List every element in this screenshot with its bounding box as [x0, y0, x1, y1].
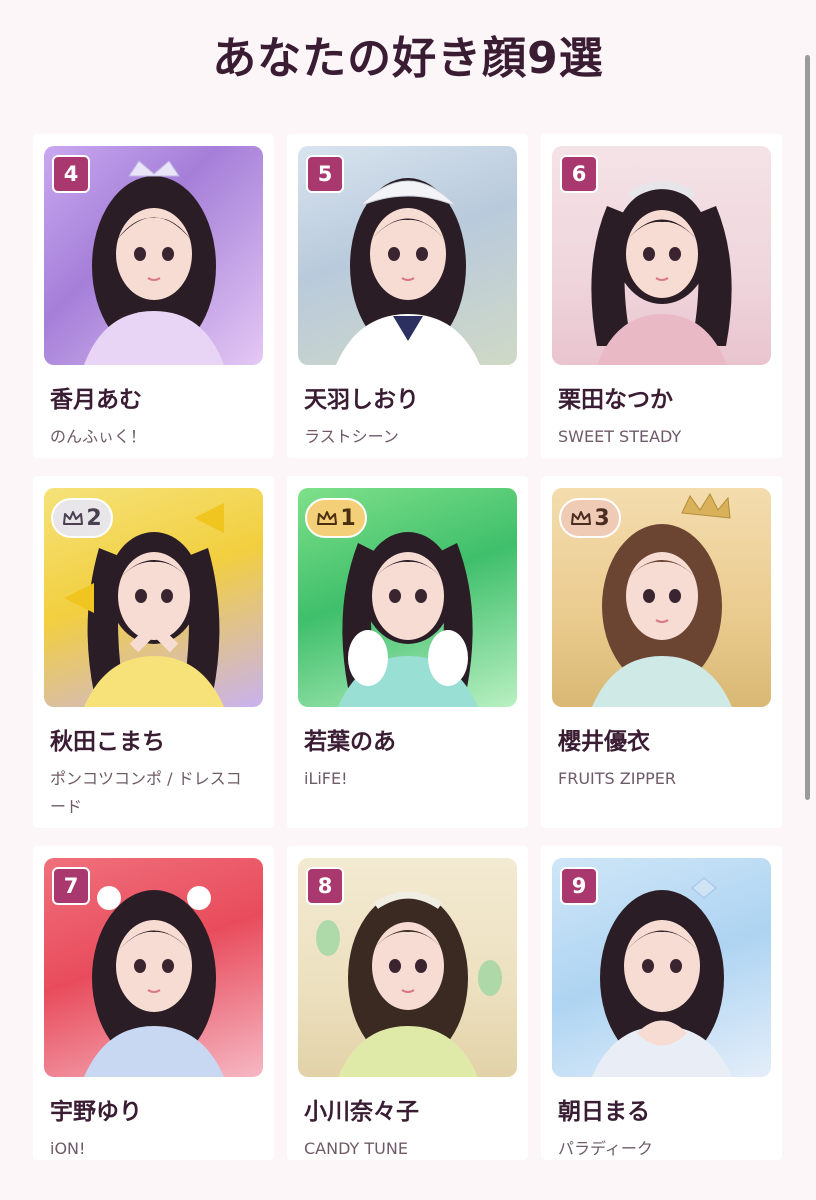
idol-name: 栗田なつか [558, 387, 673, 413]
idol-name: 天羽しおり [304, 387, 419, 413]
idol-group: ラストシーン [304, 427, 399, 446]
idol-group: iLiFE! [304, 769, 348, 788]
crown-icon [571, 511, 592, 525]
crown-icon [63, 511, 84, 525]
rank-crown-badge: 1 [305, 498, 367, 538]
idol-grid: 4 香月あむ のんふぃく！ 5 天羽しおり ラストシーン 6 栗田なつか SWE… [33, 134, 783, 1160]
idol-photo: 2 [44, 488, 263, 707]
idol-card[interactable]: 7 宇野ゆり iON! [33, 846, 274, 1160]
idol-photo: 9 [552, 858, 771, 1077]
idol-group: のんふぃく！ [50, 427, 147, 446]
idol-name: 櫻井優衣 [558, 729, 650, 755]
rank-number: 3 [594, 505, 610, 531]
scrollbar[interactable] [805, 55, 810, 800]
idol-name: 朝日まる [558, 1099, 650, 1125]
page-title: あなたの好き顔9選 [212, 33, 604, 84]
idol-group: CANDY TUNE [304, 1139, 408, 1158]
idol-photo: 1 [298, 488, 517, 707]
idol-photo: 3 [552, 488, 771, 707]
idol-card[interactable]: 8 小川奈々子 CANDY TUNE [287, 846, 528, 1160]
idol-card[interactable]: 6 栗田なつか SWEET STEADY [541, 134, 782, 458]
idol-card[interactable]: 9 朝日まる パラディーク [541, 846, 782, 1160]
idol-photo: 7 [44, 858, 263, 1077]
rank-badge: 4 [52, 155, 90, 193]
idol-photo: 8 [298, 858, 517, 1077]
idol-name: 宇野ゆり [50, 1099, 142, 1125]
idol-photo: 5 [298, 146, 517, 365]
rank-crown-badge: 2 [51, 498, 113, 538]
idol-group: ポンコツコンポ / ドレスコード [50, 769, 242, 816]
crown-icon [317, 511, 338, 525]
idol-name: 秋田こまち [50, 729, 165, 755]
rank-badge: 5 [306, 155, 344, 193]
idol-photo: 4 [44, 146, 263, 365]
rank-badge: 9 [560, 867, 598, 905]
idol-card[interactable]: 5 天羽しおり ラストシーン [287, 134, 528, 458]
rank-number: 1 [340, 505, 356, 531]
idol-group: iON! [50, 1139, 86, 1158]
idol-group: SWEET STEADY [558, 427, 682, 446]
idol-name: 小川奈々子 [304, 1099, 419, 1125]
idol-group: パラディーク [558, 1139, 653, 1158]
idol-card[interactable]: 3 櫻井優衣 FRUITS ZIPPER [541, 476, 782, 828]
idol-photo: 6 [552, 146, 771, 365]
idol-name: 若葉のあ [304, 729, 396, 755]
idol-card[interactable]: 1 若葉のあ iLiFE! [287, 476, 528, 828]
idol-card[interactable]: 4 香月あむ のんふぃく！ [33, 134, 274, 458]
rank-badge: 7 [52, 867, 90, 905]
rank-number: 2 [86, 505, 102, 531]
idol-name: 香月あむ [50, 387, 142, 413]
rank-badge: 6 [560, 155, 598, 193]
rank-badge: 8 [306, 867, 344, 905]
idol-card[interactable]: 2 秋田こまち ポンコツコンポ / ドレスコード [33, 476, 274, 828]
idol-group: FRUITS ZIPPER [558, 769, 676, 788]
rank-crown-badge: 3 [559, 498, 621, 538]
